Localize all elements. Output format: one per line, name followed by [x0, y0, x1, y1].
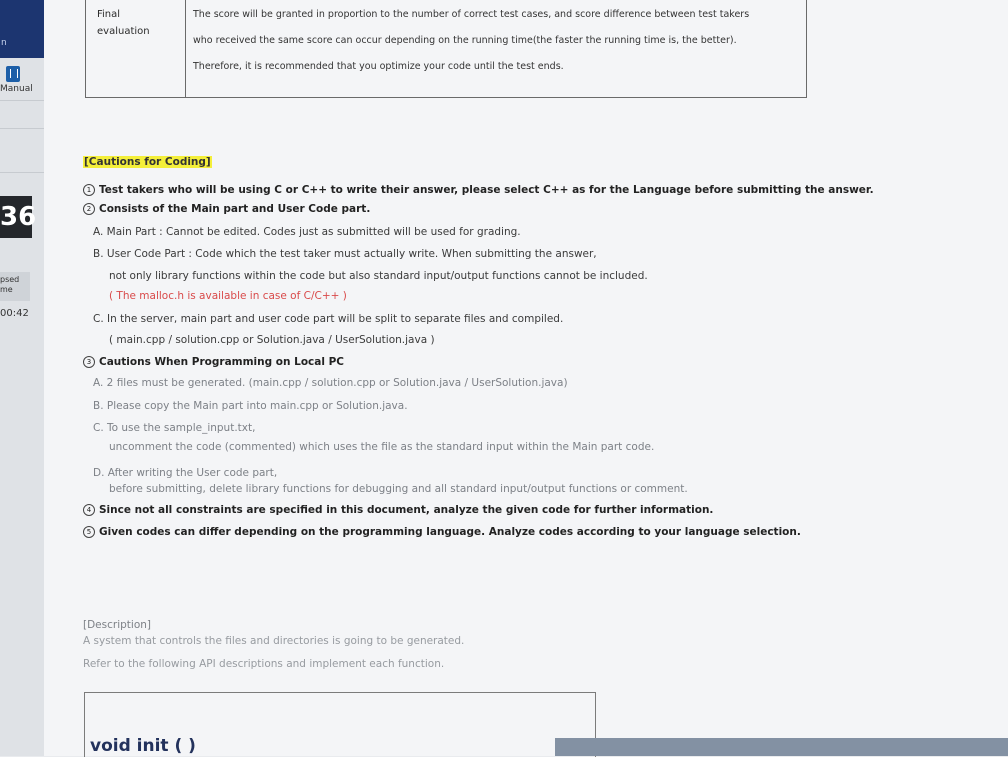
caution-item-4: 4 Since not all constraints are specified…: [83, 504, 713, 516]
description-line-1: A system that controls the files and dir…: [83, 635, 465, 647]
sidebar-divider: [0, 172, 44, 173]
init-function-signature: void init ( ): [90, 736, 196, 756]
caution-text: Since not all constraints are specified …: [99, 504, 714, 516]
manual-link[interactable]: Manual: [0, 84, 33, 94]
problem-counter: 36: [0, 196, 36, 238]
manual-book-icon[interactable]: [6, 66, 20, 82]
eval-text-line: The score will be granted in proportion …: [193, 9, 750, 20]
final-evaluation-label: Final evaluation: [86, 0, 186, 97]
caution-item-5: 5 Given codes can differ depending on the…: [83, 526, 801, 538]
caution-text: Test takers who will be using C or C++ t…: [99, 184, 874, 196]
problem-document: Final evaluation The score will be grant…: [44, 0, 1008, 757]
eval-label-line: Final: [97, 9, 121, 20]
circled-number: 3: [83, 356, 95, 368]
local-pc-line-a: A. 2 files must be generated. (main.cpp …: [93, 377, 568, 389]
local-pc-line-c2: uncomment the code (commented) which use…: [109, 441, 655, 453]
cautions-title-text: [Cautions for Coding]: [83, 156, 212, 168]
eval-text-line: Therefore, it is recommended that you op…: [193, 61, 564, 72]
circled-number: 5: [83, 526, 95, 538]
caution-item-2: 2 Consists of the Main part and User Code…: [83, 203, 370, 215]
sidebar-header[interactable]: n: [0, 0, 44, 58]
circled-number: 1: [83, 184, 95, 196]
left-sidebar: n Manual 36 psed me 00:42: [0, 0, 45, 756]
description-title: [Description]: [83, 619, 151, 631]
malloc-note: ( The malloc.h is available in case of C…: [109, 290, 347, 302]
local-pc-line-d1: D. After writing the User code part,: [93, 467, 278, 479]
elapsed-time-label: psed me: [0, 272, 30, 301]
final-evaluation-table: Final evaluation The score will be grant…: [85, 0, 807, 98]
caution-text: Cautions When Programming on Local PC: [99, 356, 344, 368]
sidebar-divider: [0, 100, 44, 101]
caution-text: Given codes can differ depending on the …: [99, 526, 801, 538]
user-code-line-2: not only library functions within the co…: [109, 270, 648, 282]
eval-label-line: evaluation: [97, 26, 150, 37]
sidebar-divider: [0, 128, 44, 129]
circled-number: 4: [83, 504, 95, 516]
server-files-line: ( main.cpp / solution.cpp or Solution.ja…: [109, 334, 435, 346]
eval-text-line: who received the same score can occur de…: [193, 35, 737, 46]
caution-item-1: 1 Test takers who will be using C or C++ …: [83, 184, 874, 196]
main-part-line: A. Main Part : Cannot be edited. Codes j…: [93, 226, 521, 238]
final-evaluation-text: The score will be granted in proportion …: [186, 0, 806, 97]
description-line-2: Refer to the following API descriptions …: [83, 658, 445, 670]
circled-number: 2: [83, 203, 95, 215]
local-pc-line-c1: C. To use the sample_input.txt,: [93, 422, 256, 434]
local-pc-line-b: B. Please copy the Main part into main.c…: [93, 400, 408, 412]
cautions-title: [Cautions for Coding]: [83, 156, 212, 168]
sidebar-header-label: n: [1, 38, 7, 48]
user-code-line-1: B. User Code Part : Code which the test …: [93, 248, 597, 260]
caution-text: Consists of the Main part and User Code …: [99, 203, 371, 215]
bottom-panel-edge: [555, 738, 1008, 756]
server-split-line: C. In the server, main part and user cod…: [93, 313, 564, 325]
elapsed-time-value: 00:42: [0, 308, 29, 319]
caution-item-3: 3 Cautions When Programming on Local PC: [83, 356, 344, 368]
local-pc-line-d2: before submitting, delete library functi…: [109, 483, 688, 495]
